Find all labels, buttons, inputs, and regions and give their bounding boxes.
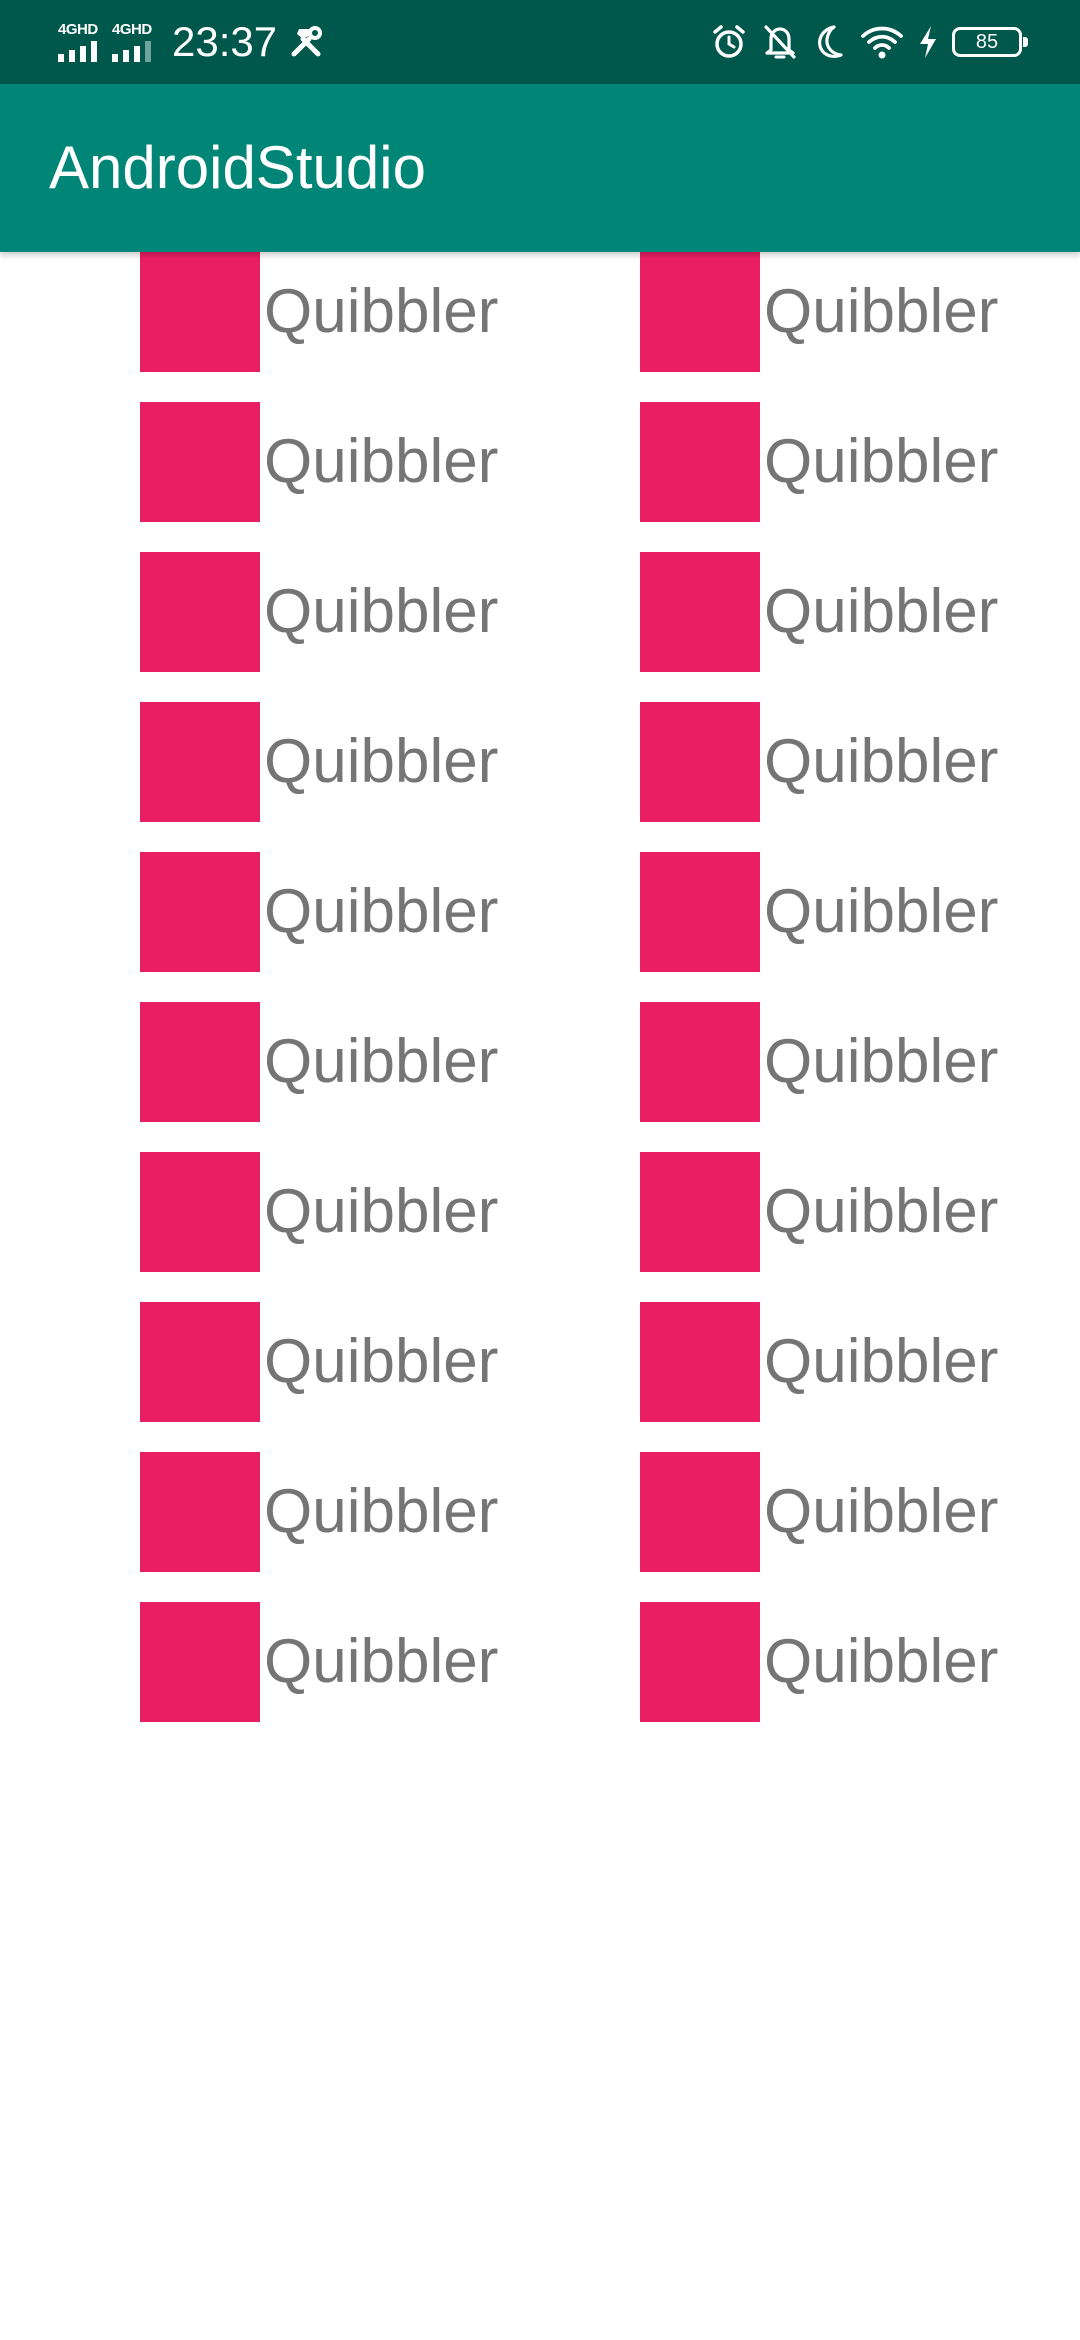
grid-item[interactable]: Quibbler [640,1152,1080,1302]
signal-icon [112,41,151,62]
grid-item-label: Quibbler [764,1327,999,1396]
grid-item-label: Quibbler [764,427,999,496]
grid-item-label: Quibbler [264,1177,499,1246]
moon-icon [818,25,843,58]
grid-item-label: Quibbler [764,877,999,946]
grid-item-label: Quibbler [264,1327,499,1396]
grid-item-label: Quibbler [264,1027,499,1096]
color-swatch [640,852,760,972]
wifi-icon [861,26,903,59]
grid-item[interactable]: Quibbler [640,852,1080,1002]
grid-item-label: Quibbler [264,877,499,946]
grid-item[interactable]: Quibbler [140,1152,640,1302]
grid-item-label: Quibbler [764,277,999,346]
color-swatch [640,1152,760,1272]
color-swatch [140,402,260,522]
color-swatch [640,1002,760,1122]
grid-item-label: Quibbler [764,577,999,646]
color-swatch [640,1302,760,1422]
grid-item-label: Quibbler [764,1027,999,1096]
color-swatch [140,1452,260,1572]
grid-item[interactable]: Quibbler [640,552,1080,702]
signal-2-label: 4GHD [112,21,152,38]
grid-item[interactable]: Quibbler [640,1602,1080,1752]
status-bar-left: 4GHD 4GHD 23:37 [58,0,323,84]
status-bar-right: 85 [710,0,1028,84]
grid-item-label: Quibbler [764,1177,999,1246]
grid-item-label: Quibbler [264,727,499,796]
color-swatch [640,552,760,672]
app-title: AndroidStudio [49,134,426,201]
color-swatch [140,702,260,822]
grid-item[interactable]: Quibbler [140,1452,640,1602]
grid-item[interactable]: Quibbler [140,1302,640,1452]
status-bar: 4GHD 4GHD 23:37 85 [0,0,1080,84]
grid-item[interactable]: Quibbler [140,852,640,1002]
signal-1-label: 4GHD [58,21,98,38]
signal-icon [58,41,97,62]
grid-item[interactable]: Quibbler [140,552,640,702]
grid-item-label: Quibbler [764,727,999,796]
grid-item-label: Quibbler [264,427,499,496]
grid-item-label: Quibbler [264,277,499,346]
color-swatch [140,852,260,972]
app-bar: AndroidStudio [0,84,1080,252]
grid-item[interactable]: Quibbler [640,702,1080,852]
grid-item[interactable]: Quibbler [640,402,1080,552]
charging-bolt-icon [920,26,936,58]
color-swatch [140,552,260,672]
battery-icon: 85 [952,27,1028,57]
grid-item-label: Quibbler [264,577,499,646]
signal-1: 4GHD [58,22,104,62]
grid-item[interactable]: Quibbler [640,1452,1080,1602]
grid-item-label: Quibbler [764,1627,999,1696]
color-swatch [640,1602,760,1722]
grid-item-label: Quibbler [264,1477,499,1546]
color-swatch [640,1452,760,1572]
color-swatch [140,1002,260,1122]
color-swatch [140,1302,260,1422]
grid-item[interactable]: Quibbler [640,252,1080,402]
build-tools-icon [291,26,323,57]
grid-item[interactable]: Quibbler [140,702,640,852]
color-swatch [140,252,260,372]
grid-item-label: Quibbler [764,1477,999,1546]
battery-level: 85 [975,30,999,53]
grid-item-label: Quibbler [264,1627,499,1696]
grid-item[interactable]: Quibbler [640,1302,1080,1452]
grid-item[interactable]: Quibbler [140,402,640,552]
color-swatch [640,702,760,822]
grid-item[interactable]: Quibbler [140,252,640,402]
bell-off-icon [764,25,796,59]
color-swatch [140,1602,260,1722]
color-swatch [140,1152,260,1272]
color-swatch [640,402,760,522]
grid-item[interactable]: Quibbler [140,1002,640,1152]
color-swatch [640,252,760,372]
grid-item[interactable]: Quibbler [640,1002,1080,1152]
status-time: 23:37 [172,18,278,65]
grid-item[interactable]: Quibbler [140,1602,640,1752]
signal-2: 4GHD [112,22,158,62]
alarm-icon [713,25,745,58]
item-grid: Quibbler Quibbler Quibbler Quibbler Quibbler… [0,252,1080,1752]
